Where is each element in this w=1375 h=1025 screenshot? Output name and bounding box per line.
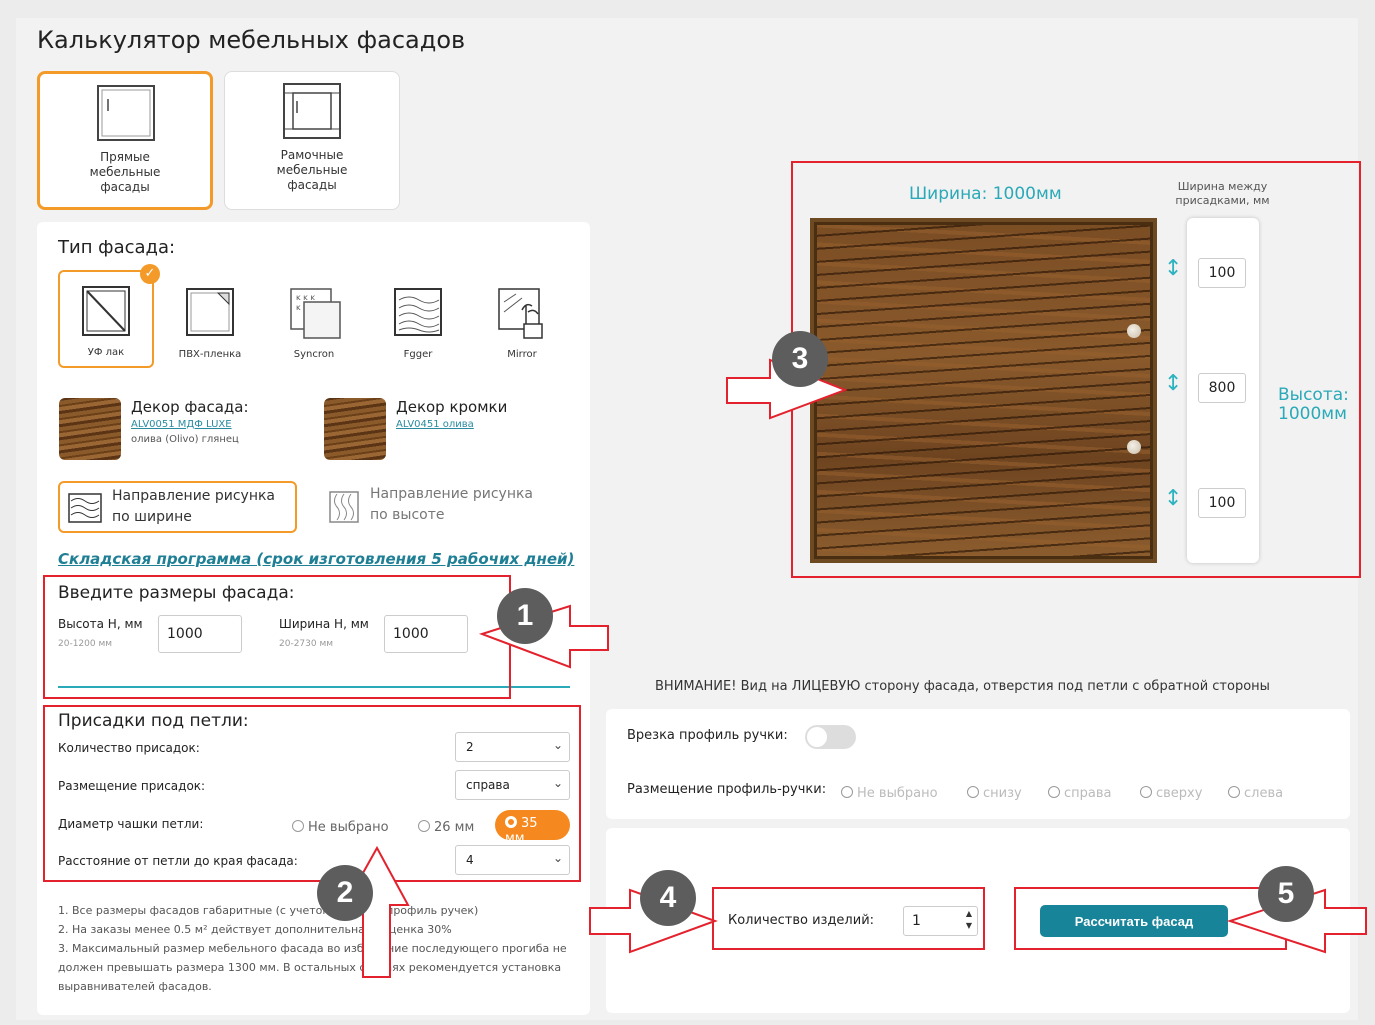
callout-1: 1 <box>497 588 553 644</box>
callout-3: 3 <box>772 331 828 387</box>
callout-4: 4 <box>640 870 696 926</box>
callout-2: 2 <box>317 865 373 921</box>
callout-arrows <box>343 358 1367 978</box>
callout-5: 5 <box>1258 866 1314 922</box>
